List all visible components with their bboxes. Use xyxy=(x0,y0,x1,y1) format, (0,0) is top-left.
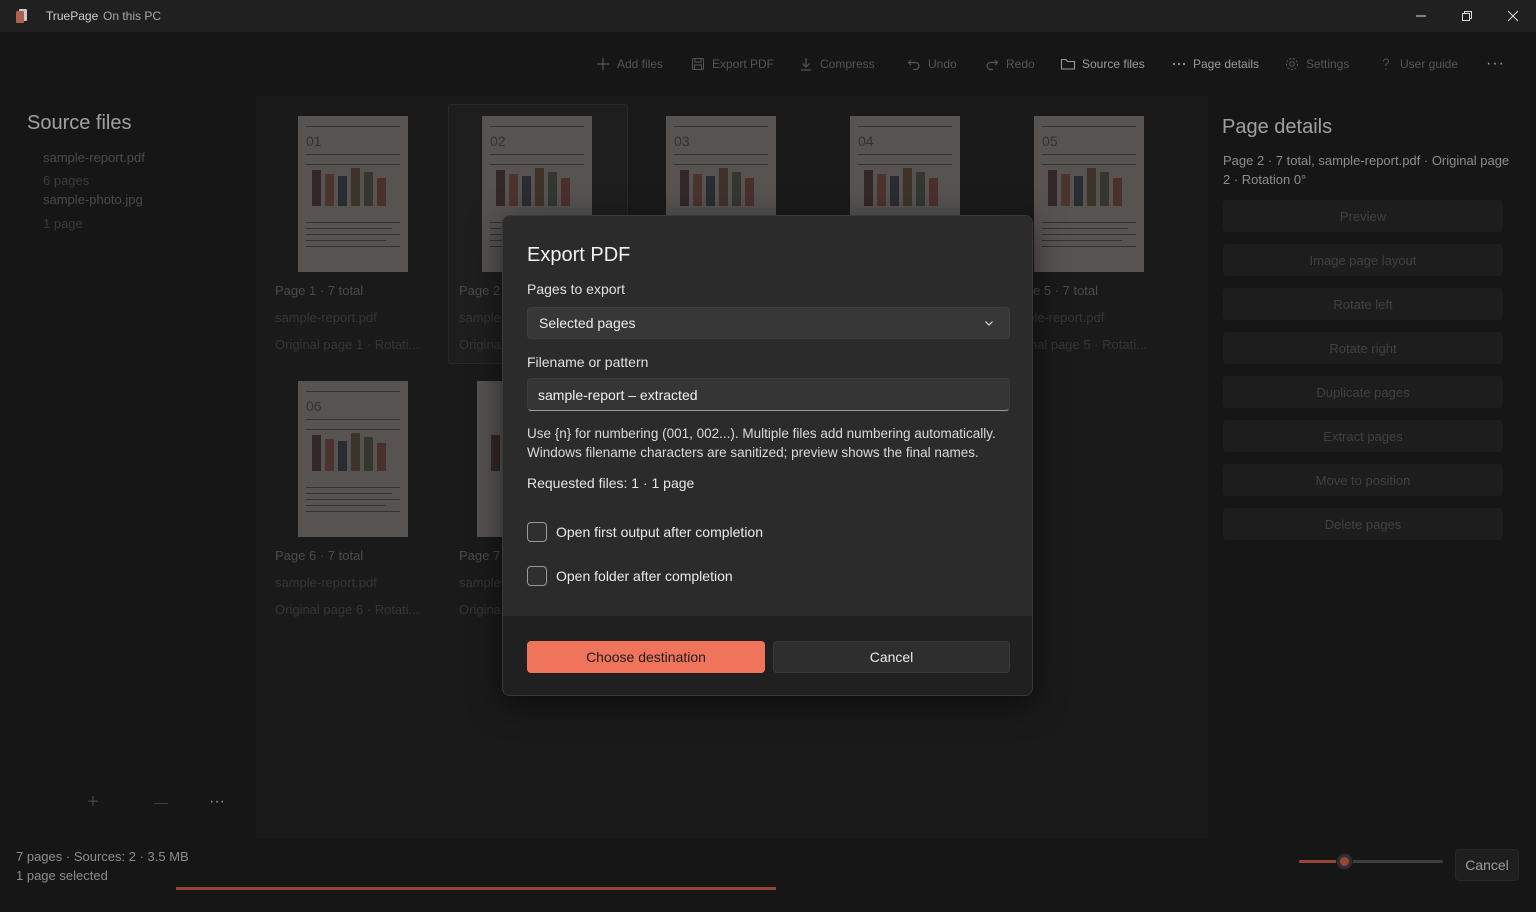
dialog-footer: Choose destination Cancel xyxy=(503,616,1032,695)
choose-destination-button[interactable]: Choose destination xyxy=(527,641,765,673)
maximize-button[interactable] xyxy=(1444,0,1490,32)
dialog-title: Export PDF xyxy=(527,244,631,266)
restore-icon xyxy=(1462,11,1472,21)
open-first-output-label: Open first output after completion xyxy=(556,524,763,540)
open-folder-option[interactable]: Open folder after completion xyxy=(527,566,733,586)
export-pdf-dialog: Export PDF Pages to export Selected page… xyxy=(502,215,1033,696)
requested-files-text: Requested files: 1 · 1 page xyxy=(527,475,695,491)
app-location: On this PC xyxy=(103,9,162,23)
open-first-output-option[interactable]: Open first output after completion xyxy=(527,522,763,542)
title-bar: TruePage On this PC xyxy=(0,0,1536,32)
close-icon xyxy=(1507,10,1519,22)
pages-to-export-label: Pages to export xyxy=(527,281,626,297)
filename-input[interactable]: sample-report – extracted xyxy=(527,378,1010,411)
chevron-down-icon xyxy=(985,321,993,326)
open-folder-checkbox[interactable] xyxy=(527,566,547,586)
pages-to-export-value: Selected pages xyxy=(539,315,636,331)
app-title: TruePage xyxy=(46,9,99,23)
filename-label: Filename or pattern xyxy=(527,354,649,370)
open-first-output-checkbox[interactable] xyxy=(527,522,547,542)
open-folder-label: Open folder after completion xyxy=(556,568,733,584)
pages-to-export-select[interactable]: Selected pages xyxy=(527,307,1010,339)
minimize-icon xyxy=(1416,15,1426,17)
filename-help-text: Use {n} for numbering (001, 002...). Mul… xyxy=(527,426,996,460)
filename-value: sample-report – extracted xyxy=(538,386,698,403)
close-button[interactable] xyxy=(1490,0,1536,32)
dialog-cancel-button[interactable]: Cancel xyxy=(773,641,1010,673)
app-logo-icon xyxy=(16,9,28,23)
minimize-button[interactable] xyxy=(1398,0,1444,32)
